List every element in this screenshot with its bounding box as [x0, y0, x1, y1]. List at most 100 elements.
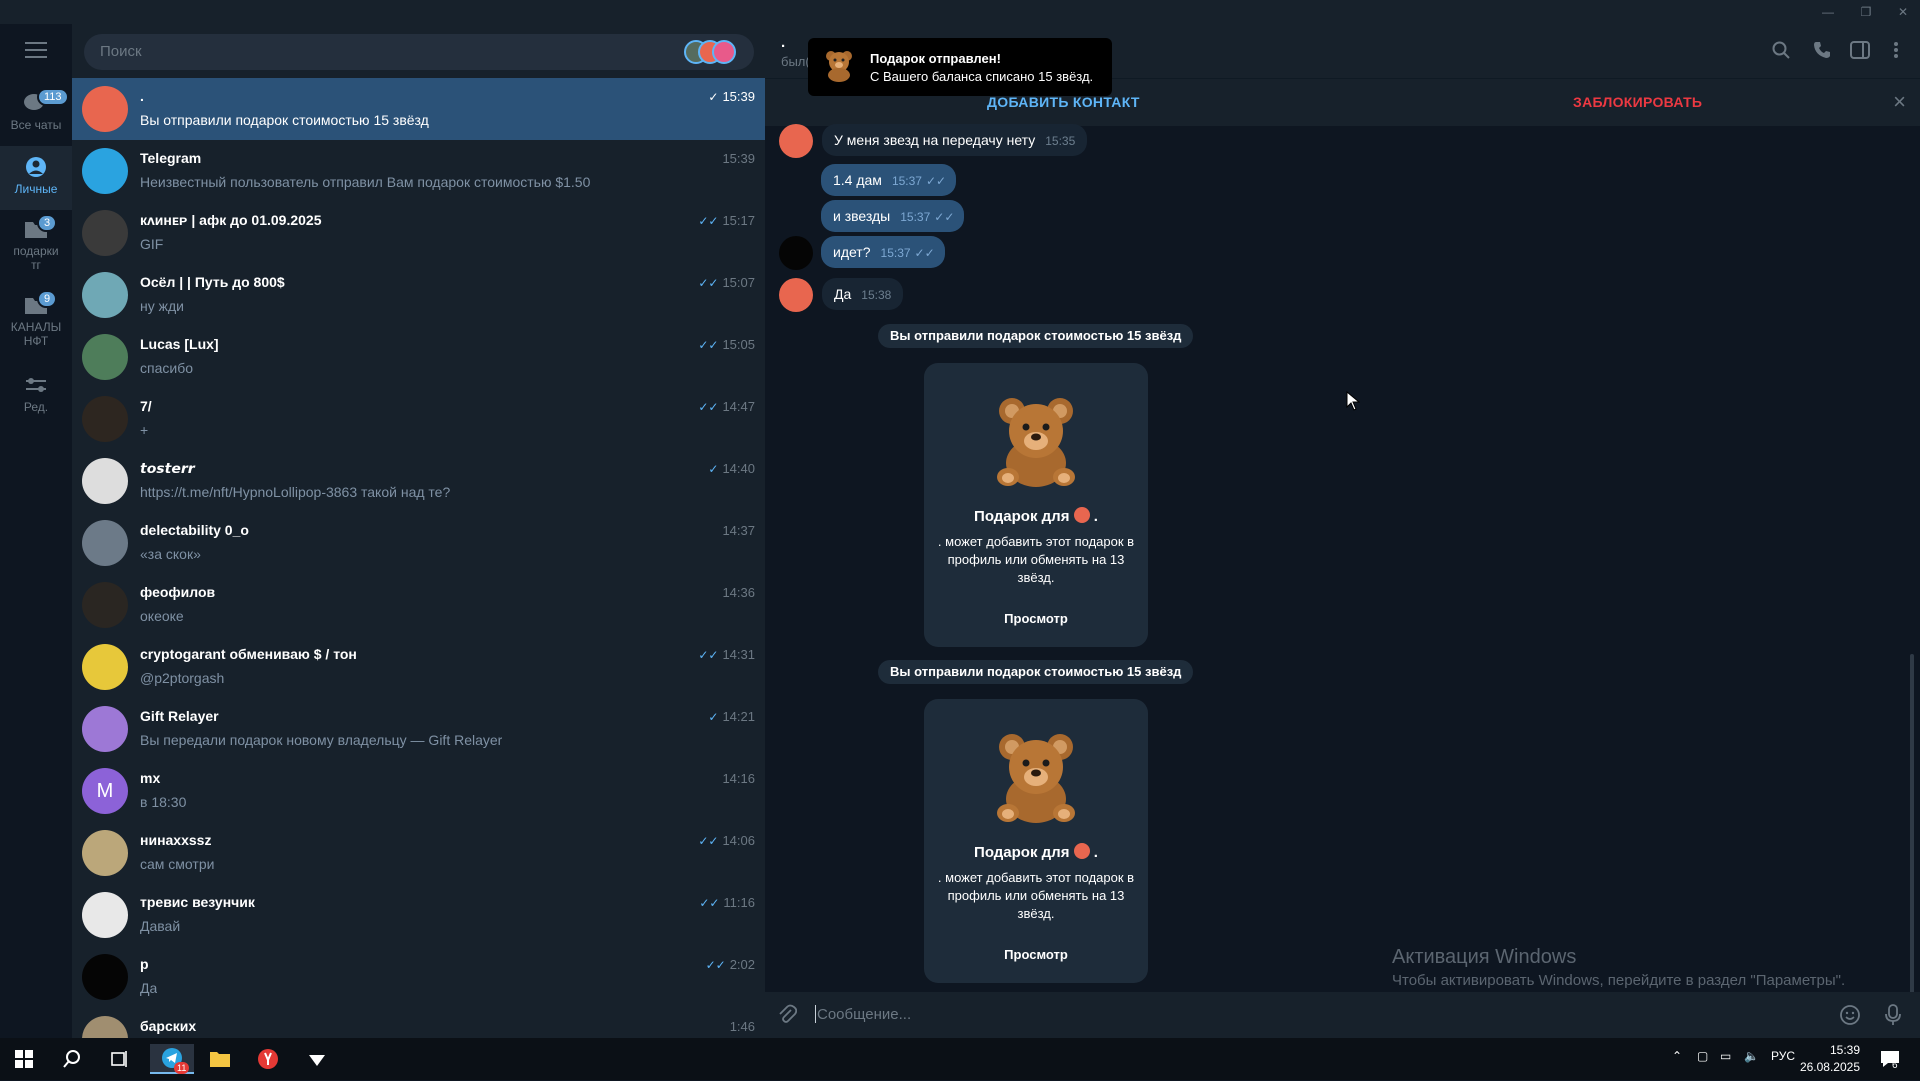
message-bubble: У меня звезд на передачу нету 15:35: [822, 124, 1088, 156]
stories-avatars[interactable]: [684, 40, 740, 64]
message-input[interactable]: Сообщение...: [817, 1006, 911, 1023]
gift-card[interactable]: Подарок для . . может добавить этот пода…: [924, 363, 1148, 647]
gift-view-button[interactable]: Просмотр: [996, 611, 1076, 626]
chat-time-text: 11:16: [723, 895, 755, 910]
chat-title: .: [781, 34, 786, 51]
chat-time-text: 15:07: [722, 275, 755, 290]
chat-row[interactable]: Telegram Неизвестный пользователь отправи…: [72, 140, 765, 202]
chat-row[interactable]: нинахxssz сам смотри ✓✓ 14:06: [72, 822, 765, 884]
gift-title-suffix: .: [1093, 844, 1098, 861]
chat-time: ✓ 14:40: [708, 461, 755, 476]
chat-row[interactable]: Gift Relayer Вы передали подарок новому в…: [72, 698, 765, 760]
avatar: [82, 706, 128, 752]
language-indicator[interactable]: РУС: [1771, 1049, 1795, 1063]
windows-activation-title: Активация Windows: [1392, 946, 1577, 968]
chat-time-text: 14:21: [722, 709, 755, 724]
telegram-taskbar-button[interactable]: 11: [150, 1044, 194, 1074]
chat-row[interactable]: . Вы отправили подарок стоимостью 15 звёз…: [72, 78, 765, 140]
chat-time-text: 15:39: [722, 151, 755, 166]
folder-personal[interactable]: Личные: [0, 146, 72, 210]
chat-time: ✓✓ 15:07: [698, 275, 755, 290]
recipient-avatar: [1073, 843, 1090, 859]
chat-row[interactable]: кᴧинᴇᴘ | афк до 01.09.2025 GIF ✓✓ 15:17: [72, 202, 765, 264]
chat-last-message: Вы отправили подарок стоимостью 15 звёзд: [140, 112, 429, 128]
attach-icon[interactable]: [777, 1004, 798, 1030]
search-input[interactable]: Поиск: [84, 34, 754, 70]
meet-now-icon[interactable]: ▢: [1697, 1049, 1708, 1063]
chat-time: ✓✓ 2:02: [706, 957, 755, 972]
block-button[interactable]: ЗАБЛОКИРОВАТЬ: [1573, 94, 1702, 110]
folder-badge: 113: [37, 88, 69, 106]
message-text: идет?: [833, 244, 871, 260]
read-check-icon: ✓: [708, 710, 719, 724]
notifications-button[interactable]: 6: [1870, 1044, 1910, 1074]
menu-button[interactable]: [0, 28, 72, 68]
more-icon[interactable]: [1886, 41, 1906, 61]
start-button[interactable]: [4, 1044, 44, 1074]
chat-scrollbar[interactable]: [1910, 654, 1914, 994]
message-text: и звезды: [833, 208, 891, 224]
message-bubble: и звезды 15:37 ✓✓: [821, 200, 965, 232]
chat-time: 14:37: [722, 523, 755, 538]
folder-gifts[interactable]: 3 подарки тг: [0, 208, 72, 284]
avatar: [82, 520, 128, 566]
chat-row[interactable]: Mmx в 18:30 14:16: [72, 760, 765, 822]
chat-row[interactable]: delectability 0_o «за скок» 14:37: [72, 512, 765, 574]
folder-label: подарки тг: [13, 244, 59, 272]
folder-all-chats[interactable]: 113 Все чаты: [0, 82, 72, 146]
yandex-taskbar-button[interactable]: [248, 1044, 288, 1074]
chat-row[interactable]: феофилов океоке 14:36: [72, 574, 765, 636]
chat-row[interactable]: барских 1:46: [72, 1008, 765, 1038]
text-caret: [815, 1005, 816, 1023]
gift-description: . может добавить этот подарок в профиль …: [937, 870, 1135, 921]
phone-icon[interactable]: [1812, 41, 1832, 61]
sender-avatar[interactable]: [779, 278, 813, 312]
volume-icon[interactable]: 🔈: [1744, 1049, 1759, 1063]
clock[interactable]: 15:39 26.08.2025: [1800, 1042, 1860, 1076]
chat-row[interactable]: Осёл | | Путь до 800$ ну жди ✓✓ 15:07: [72, 264, 765, 326]
chat-name: р: [140, 956, 149, 972]
gift-view-button[interactable]: Просмотр: [996, 947, 1076, 962]
folder-edit[interactable]: Ред.: [0, 364, 72, 428]
read-check-icon: ✓: [708, 462, 719, 476]
chat-row[interactable]: cryptogarant обмениваю $ / тон @p2ptorgas…: [72, 636, 765, 698]
sender-avatar[interactable]: [779, 124, 813, 158]
search-taskbar-button[interactable]: [52, 1044, 92, 1074]
network-icon[interactable]: ▭: [1720, 1049, 1731, 1063]
chat-row[interactable]: р Да ✓✓ 2:02: [72, 946, 765, 1008]
app-taskbar-button[interactable]: [297, 1044, 337, 1074]
chat-time: ✓✓ 14:06: [698, 833, 755, 848]
minimize-button[interactable]: —: [1811, 3, 1845, 21]
chat-last-message: в 18:30: [140, 794, 187, 810]
read-check-icon: ✓✓: [698, 214, 719, 228]
close-button[interactable]: ✕: [1886, 3, 1920, 21]
chat-row[interactable]: 7/ + ✓✓ 14:47: [72, 388, 765, 450]
explorer-taskbar-button[interactable]: [200, 1044, 240, 1074]
read-check-icon: ✓✓: [699, 896, 720, 910]
chat-time-text: 14:16: [722, 771, 755, 786]
chat-row[interactable]: 𝙩𝙤𝙨𝙩𝙚𝙧𝙧 https://t.me/nft/HypnoLollipop-38…: [72, 450, 765, 512]
avatar: [82, 334, 128, 380]
sender-avatar[interactable]: [779, 236, 813, 270]
chat-row[interactable]: тревис везунчик Давай ✓✓ 11:16: [72, 884, 765, 946]
chat-time-text: 14:31: [722, 647, 755, 662]
chat-last-message: Давай: [140, 918, 181, 934]
add-contact-button[interactable]: ДОБАВИТЬ КОНТАКТ: [987, 94, 1140, 110]
avatar: [82, 830, 128, 876]
hamburger-icon: [25, 42, 47, 58]
avatar: [82, 210, 128, 256]
sidebar-toggle-icon[interactable]: [1850, 41, 1870, 61]
folder-channels[interactable]: 9 КАНАЛЫ НФТ: [0, 284, 72, 360]
close-action-bar-icon[interactable]: ×: [1893, 89, 1906, 115]
chat-row[interactable]: Lucas [Lux] спасибо ✓✓ 15:05: [72, 326, 765, 388]
gift-card[interactable]: Подарок для . . может добавить этот пода…: [924, 699, 1148, 983]
emoji-icon[interactable]: [1839, 1004, 1861, 1032]
read-check-icon: ✓✓: [698, 834, 719, 848]
task-view-button[interactable]: [99, 1044, 139, 1074]
toast-title: Подарок отправлен!: [870, 51, 1001, 66]
avatar: [82, 582, 128, 628]
restore-button[interactable]: ❐: [1849, 3, 1883, 21]
tray-chevron-icon[interactable]: ⌃: [1672, 1049, 1682, 1063]
microphone-icon[interactable]: [1884, 1004, 1902, 1032]
search-icon[interactable]: [1771, 41, 1791, 61]
